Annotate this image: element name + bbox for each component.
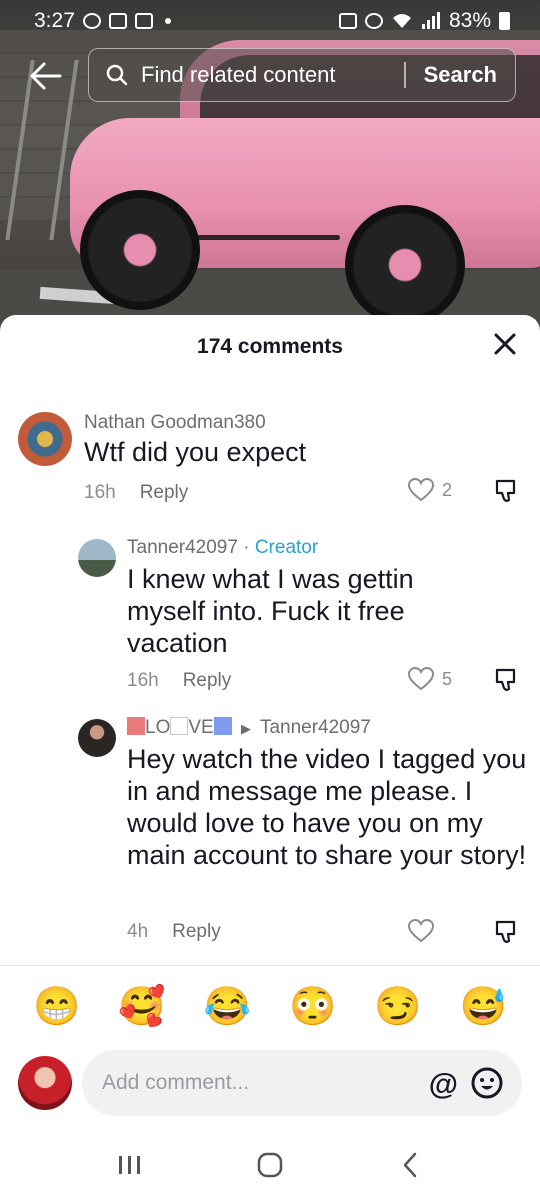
comment-time: 4h <box>127 921 149 942</box>
like-button[interactable]: 2 <box>408 478 452 502</box>
mail-icon <box>134 13 153 29</box>
emoji-grin[interactable]: 😁 <box>33 985 80 1029</box>
reply-to-user[interactable]: Tanner42097 <box>260 717 371 738</box>
emoji-smirk[interactable]: 😏 <box>374 985 421 1029</box>
emoji-quick-bar: 😁 🥰 😂 😳 😏 😅 <box>0 985 540 1029</box>
heart-icon <box>408 667 434 691</box>
notification-dot-icon <box>164 18 171 24</box>
comment-time: 16h <box>127 670 159 691</box>
thumb-down-icon <box>495 920 516 943</box>
home-icon <box>257 1152 283 1178</box>
alarm-icon <box>364 13 383 29</box>
calendar-icon <box>108 13 127 29</box>
comment-author[interactable]: Tanner42097 <box>127 537 238 558</box>
battery-icon <box>499 12 510 30</box>
search-button[interactable]: Search <box>424 62 497 88</box>
shield-icon <box>82 13 101 29</box>
composer-divider <box>0 965 540 966</box>
car-wheel-front <box>345 205 465 325</box>
comment-meta: 16h Reply <box>127 670 231 692</box>
nav-home-button[interactable] <box>250 1145 290 1185</box>
emoji-picker-button[interactable] <box>470 1066 504 1100</box>
mention-button[interactable]: @ <box>429 1068 458 1102</box>
white-square-emoji <box>170 717 189 735</box>
blue-square-emoji <box>213 717 232 735</box>
comment-time: 16h <box>84 482 116 503</box>
status-right: 83% <box>338 9 510 33</box>
close-button[interactable] <box>492 331 518 357</box>
like-button[interactable]: 5 <box>408 667 452 691</box>
emoji-sweat-smile[interactable]: 😅 <box>460 985 507 1029</box>
like-button[interactable] <box>408 919 442 943</box>
back-button[interactable] <box>26 56 66 96</box>
red-square-emoji <box>127 717 145 735</box>
avatar[interactable] <box>78 539 116 577</box>
back-chevron-icon <box>403 1152 417 1178</box>
search-divider <box>404 62 406 88</box>
creator-badge: Creator <box>254 537 319 558</box>
heart-icon <box>408 478 434 502</box>
wifi-icon <box>392 14 411 28</box>
reply-arrow-icon: ▶ <box>241 721 251 736</box>
signal-icon <box>421 12 440 29</box>
car-wheel-rear <box>80 190 200 310</box>
status-left: 3:27 <box>34 9 171 33</box>
search-input[interactable]: Find related content <box>141 62 404 88</box>
reply-button[interactable]: Reply <box>172 921 221 943</box>
dislike-button[interactable] <box>494 919 522 947</box>
comment-text: Hey watch the video I tagged you in and … <box>127 744 527 870</box>
emoji-joy[interactable]: 😂 <box>204 985 251 1029</box>
status-time: 3:27 <box>34 9 75 32</box>
author-separator: · <box>243 537 250 558</box>
avatar[interactable] <box>18 412 72 466</box>
nav-back-button[interactable] <box>390 1145 430 1185</box>
comment-composer: Add comment... @ <box>0 1050 540 1120</box>
reply-item: LO VE ▶ Tanner42097 Hey watch the video I… <box>0 715 540 955</box>
arrow-left-icon <box>30 62 62 90</box>
comment-author[interactable]: Nathan Goodman380 <box>84 412 266 434</box>
reply-button[interactable]: Reply <box>140 482 189 504</box>
comment-meta: 16h Reply <box>84 482 188 504</box>
lock-icon <box>338 13 357 29</box>
comment-text: I knew what I was gettin myself into. Fu… <box>127 564 414 658</box>
reply-button[interactable]: Reply <box>183 670 232 692</box>
reply-item: Tanner42097 · Creator I knew what I was … <box>0 535 540 705</box>
comment-item: Nathan Goodman380 Wtf did you expect 16h… <box>0 410 540 520</box>
status-bar: 3:27 83% <box>0 0 540 42</box>
recents-icon <box>119 1156 140 1174</box>
close-icon <box>494 333 516 355</box>
dislike-button[interactable] <box>494 478 522 506</box>
comment-author[interactable]: LO <box>145 717 170 738</box>
like-count: 5 <box>442 668 453 689</box>
search-icon <box>105 62 131 88</box>
battery-percent: 83% <box>448 9 491 32</box>
thumb-down-icon <box>495 479 516 502</box>
comment-meta: 4h Reply <box>127 921 221 943</box>
user-avatar[interactable] <box>18 1056 72 1110</box>
comment-text: Wtf did you expect <box>84 437 307 467</box>
smile-icon <box>471 1067 503 1099</box>
comments-count-title: 174 comments <box>197 335 343 358</box>
avatar[interactable] <box>78 719 116 757</box>
thumb-down-icon <box>495 668 516 691</box>
like-count: 2 <box>442 479 453 500</box>
dislike-button[interactable] <box>494 667 522 695</box>
emoji-flushed[interactable]: 😳 <box>289 985 336 1029</box>
emoji-hearts[interactable]: 🥰 <box>118 985 165 1029</box>
comment-author-line: Tanner42097 · Creator <box>127 537 318 559</box>
heart-icon <box>408 919 434 943</box>
comment-author-line: LO VE ▶ Tanner42097 <box>127 717 371 739</box>
comment-author-part2[interactable]: VE <box>188 717 213 738</box>
nav-recents-button[interactable] <box>110 1145 150 1185</box>
search-bar[interactable]: Find related content Search <box>88 48 516 102</box>
system-nav-bar <box>0 1130 540 1200</box>
